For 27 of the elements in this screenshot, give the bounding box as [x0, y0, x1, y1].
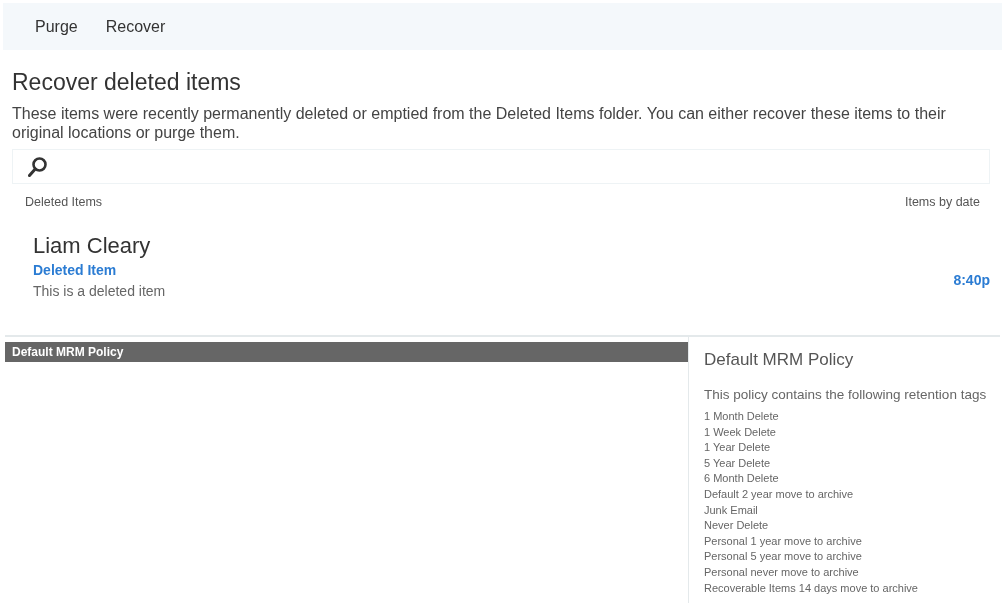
toolbar-button[interactable]: Recover [97, 12, 174, 41]
details-title: Default MRM Policy [704, 349, 854, 371]
search-field[interactable] [12, 149, 990, 184]
retention-tag: Personal 5 year move to archive [704, 549, 862, 565]
retention-tag: Recoverable Items 14 days move to archive [704, 580, 918, 597]
item-subject: Deleted Item [33, 261, 117, 280]
item-preview: This is a deleted item [33, 282, 166, 301]
page-title: Recover deleted items [12, 69, 241, 96]
retention-tag: Never Delete [704, 518, 769, 534]
retention-tag: Personal 1 year move to archive [704, 533, 862, 550]
retention-tag: 1 Month Delete [704, 409, 779, 425]
retention-tag: Default 2 year move to archive [704, 486, 854, 503]
retention-tag: Junk Email [704, 502, 758, 519]
retention-tag: 1 Year Delete [704, 440, 771, 456]
sender-name: Liam Cleary [33, 232, 151, 260]
page-description: These items were recently permanently deleted or emptied from the Deleted Items folder. You can either recover these items to their original locations or purge them. [12, 104, 947, 142]
item-time: 8:40p [953, 271, 990, 290]
retention-tag: 5 Year Delete [704, 455, 771, 472]
retention-tag: 6 Month Delete [704, 471, 779, 487]
retention-tag: 1 Week Delete [704, 424, 776, 441]
details-intro: This policy contains the following retention tags [704, 386, 987, 404]
sort-label[interactable]: Items by date [904, 193, 980, 211]
retention-tag: Personal never move to archive [704, 564, 859, 581]
policy-row[interactable]: Default MRM Policy [5, 342, 688, 362]
toolbar-button[interactable]: Purge [27, 12, 86, 41]
search-icon[interactable] [28, 156, 47, 177]
column-header: Deleted Items [25, 194, 103, 211]
